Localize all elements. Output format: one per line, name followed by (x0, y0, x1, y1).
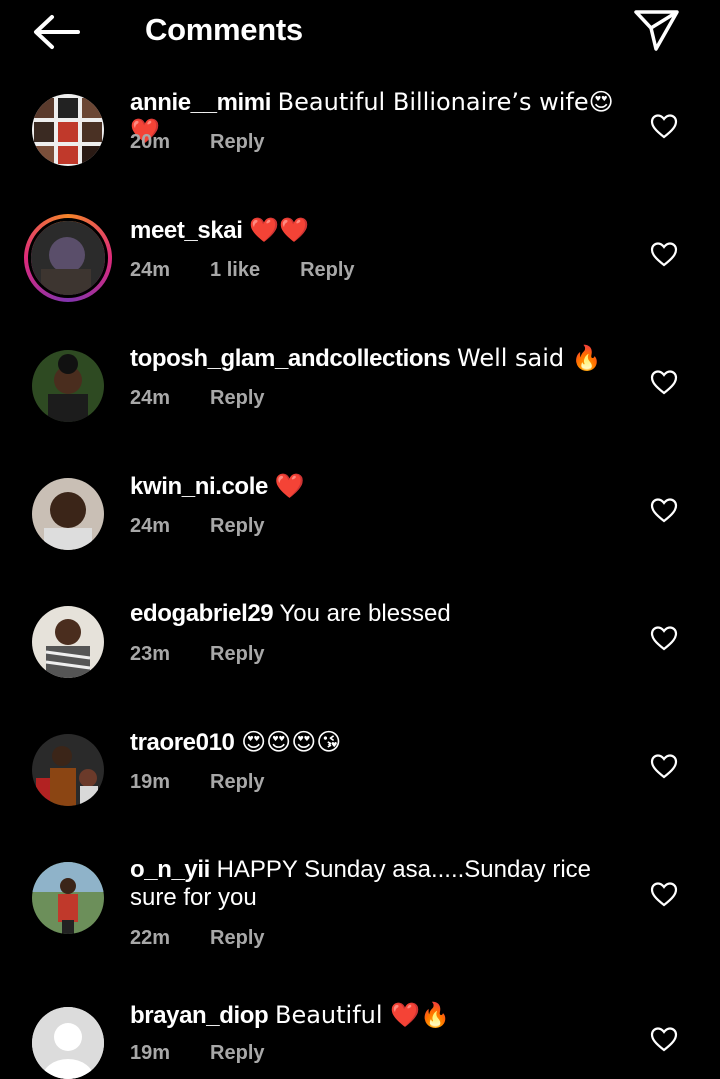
comment-text: traore010 😍😍😍😘 (130, 728, 630, 757)
comment-username[interactable]: kwin_ni.cole (130, 473, 268, 500)
avatar[interactable] (32, 862, 104, 934)
comment-meta: 19m Reply (130, 771, 305, 794)
like-button[interactable] (650, 625, 678, 651)
comment-username[interactable]: annie__mimi (130, 89, 271, 116)
reply-button[interactable]: Reply (210, 387, 264, 409)
avatar[interactable] (32, 478, 104, 550)
share-button[interactable] (630, 6, 682, 54)
comment-text: edogabriel29 You are blessed (130, 600, 630, 628)
heart-icon (650, 882, 678, 907)
avatar-image (28, 218, 108, 298)
comment-time: 20m (130, 131, 171, 153)
page-title: Comments (145, 12, 303, 47)
comment-body: ❤️❤️ (249, 216, 309, 244)
comment-text: kwin_ni.cole ❤️ (130, 472, 630, 501)
comment-username[interactable]: edogabriel29 (130, 600, 274, 627)
arrow-left-icon (34, 15, 80, 49)
comment-username[interactable]: traore010 (130, 729, 235, 756)
heart-icon (650, 1027, 678, 1052)
reply-button[interactable]: Reply (300, 259, 354, 281)
header: Comments (0, 0, 720, 64)
comment-time: 24m (130, 259, 171, 281)
heart-icon (650, 626, 678, 651)
comment-meta: 22m Reply (130, 927, 305, 950)
comment-body: 😍😍😍😘 (241, 728, 342, 756)
comment-time: 19m (130, 771, 171, 793)
heart-icon (650, 114, 678, 139)
avatar[interactable] (32, 734, 104, 806)
back-button[interactable] (30, 10, 82, 54)
heart-icon (650, 498, 678, 523)
default-avatar-icon (32, 1007, 104, 1079)
like-button[interactable] (650, 369, 678, 395)
heart-icon (650, 754, 678, 779)
reply-button[interactable]: Reply (210, 515, 264, 537)
comment-time: 19m (130, 1042, 171, 1064)
like-button[interactable] (650, 497, 678, 523)
reply-button[interactable]: Reply (210, 643, 264, 665)
reply-button[interactable]: Reply (210, 131, 264, 153)
reply-button[interactable]: Reply (210, 1042, 264, 1064)
comment-username[interactable]: toposh_glam_andcollections (130, 345, 451, 372)
comment-meta: 24m 1 like Reply (130, 259, 395, 282)
comment-meta: 23m Reply (130, 643, 305, 666)
reply-button[interactable]: Reply (210, 927, 264, 949)
like-button[interactable] (650, 113, 678, 139)
comment-text: toposh_glam_andcollections Well said 🔥 (130, 344, 630, 373)
comment-username[interactable]: brayan_diop (130, 1002, 269, 1029)
paper-plane-icon (634, 10, 679, 51)
comment-body: Well said 🔥 (457, 344, 602, 372)
like-button[interactable] (650, 881, 678, 907)
avatar[interactable] (32, 1007, 104, 1079)
reply-button[interactable]: Reply (210, 771, 264, 793)
comment-time: 22m (130, 927, 171, 949)
avatar[interactable] (32, 350, 104, 422)
comment-meta: 24m Reply (130, 515, 305, 538)
avatar[interactable] (24, 214, 112, 302)
comment-time: 24m (130, 387, 171, 409)
like-button[interactable] (650, 241, 678, 267)
comment-text: meet_skai ❤️❤️ (130, 216, 630, 245)
comment-body: Beautiful ❤️🔥 (274, 1001, 450, 1029)
comment-meta: 19m Reply (130, 1042, 305, 1065)
comment-body: ❤️ (274, 472, 305, 500)
comment-username[interactable]: meet_skai (130, 217, 243, 244)
comment-meta: 20m Reply (130, 131, 305, 154)
comment-likes[interactable]: 1 like (210, 259, 260, 281)
comment-text: brayan_diop Beautiful ❤️🔥 (130, 1001, 630, 1030)
avatar[interactable] (32, 94, 104, 166)
like-button[interactable] (650, 753, 678, 779)
comment-time: 23m (130, 643, 171, 665)
like-button[interactable] (650, 1026, 678, 1052)
heart-icon (650, 242, 678, 267)
avatar[interactable] (32, 606, 104, 678)
comment-username[interactable]: o_n_yii (130, 856, 210, 883)
comment-meta: 24m Reply (130, 387, 305, 410)
heart-icon (650, 370, 678, 395)
comment-text: o_n_yii HAPPY Sunday asa.....Sunday rice… (130, 856, 630, 912)
comment-time: 24m (130, 515, 171, 537)
comment-body: You are blessed (279, 600, 451, 627)
